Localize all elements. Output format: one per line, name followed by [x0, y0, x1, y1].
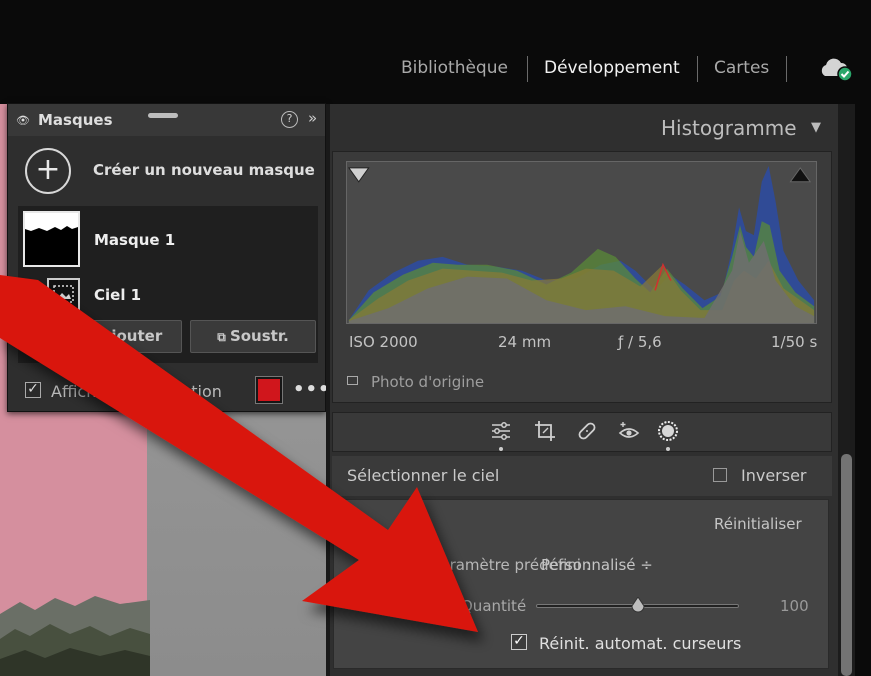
- mask-thumbnail[interactable]: [23, 211, 80, 267]
- show-overlay-label: Afficher l'incrustation: [51, 382, 222, 401]
- masks-panel-title: Masques: [38, 111, 113, 129]
- module-separator: [786, 56, 787, 82]
- component-index: 1: [411, 515, 421, 533]
- auto-reset-checkbox[interactable]: ✓: [511, 634, 527, 650]
- masking-icon[interactable]: [656, 419, 680, 443]
- original-photo-toggle[interactable]: Photo d'origine: [347, 373, 484, 391]
- module-separator: [527, 56, 528, 82]
- collapse-triangle-icon[interactable]: ▼: [811, 120, 821, 135]
- original-photo-label: Photo d'origine: [371, 373, 485, 391]
- select-sky-title: Sélectionner le ciel: [347, 466, 500, 485]
- mask-list: Masque 1 Ciel 1 Ajouter ⧉ Soustr.: [18, 206, 318, 363]
- reset-button[interactable]: Réinitialiser: [714, 515, 802, 533]
- aperture-readout: ƒ / 5,6: [618, 333, 662, 351]
- module-picker: Bibliothèque Développement Cartes: [0, 0, 871, 100]
- iso-readout: ISO 2000: [349, 333, 418, 351]
- subtract-icon: ⧉: [217, 330, 230, 344]
- tool-strip: [332, 412, 832, 452]
- amount-slider[interactable]: [536, 597, 739, 613]
- help-icon[interactable]: ?: [281, 111, 298, 128]
- overlay-color-swatch[interactable]: [255, 376, 283, 404]
- amount-value[interactable]: 100: [780, 597, 809, 615]
- cloud-sync-icon[interactable]: [818, 56, 854, 82]
- module-library[interactable]: Bibliothèque: [401, 58, 508, 78]
- add-button[interactable]: Ajouter: [80, 320, 182, 353]
- drag-handle[interactable]: [148, 113, 178, 118]
- photo-treeline: [0, 596, 150, 676]
- preset-dropdown[interactable]: Personnalisé ÷: [541, 556, 653, 574]
- healing-icon[interactable]: [575, 419, 599, 443]
- tool-indicator-dot: [666, 447, 670, 451]
- sky-settings-panel: 1 Réinitialiser Paramètre prédéfini : Pe…: [333, 499, 829, 669]
- invert-label[interactable]: Inverser: [741, 466, 807, 485]
- eye-icon[interactable]: 👁: [16, 114, 30, 127]
- mask-item-label[interactable]: Masque 1: [94, 231, 175, 249]
- slider-thumb[interactable]: [631, 597, 645, 613]
- create-new-mask-button[interactable]: Créer un nouveau masque: [93, 161, 315, 179]
- histogram-title[interactable]: Histogramme: [661, 116, 797, 140]
- amount-label: Quantité: [461, 597, 527, 615]
- histogram-graph[interactable]: [346, 161, 817, 324]
- auto-reset-label: Réinit. automat. curseurs: [539, 634, 742, 653]
- subtract-button-label: Soustr.: [229, 327, 289, 345]
- plus-icon[interactable]: +: [25, 148, 71, 194]
- tool-indicator-dot: [499, 447, 503, 451]
- invert-checkbox[interactable]: [713, 468, 727, 482]
- red-eye-icon[interactable]: [617, 419, 641, 443]
- select-sky-header: Sélectionner le ciel Inverser: [332, 456, 832, 496]
- sky-component-icon[interactable]: [47, 278, 80, 311]
- scrollbar-thumb[interactable]: [841, 454, 852, 676]
- module-map[interactable]: Cartes: [714, 58, 769, 78]
- masks-panel: 👁 Masques ? » + Créer un nouveau masque …: [7, 103, 330, 412]
- masks-panel-header[interactable]: 👁 Masques ? »: [8, 104, 325, 136]
- checkbox-icon[interactable]: [347, 376, 358, 385]
- module-separator: [697, 56, 698, 82]
- subtract-button[interactable]: ⧉ Soustr.: [190, 320, 316, 353]
- module-develop[interactable]: Développement: [544, 58, 680, 78]
- show-overlay-row: ✓ Afficher l'incrustation •••: [8, 372, 330, 412]
- edit-sliders-icon[interactable]: [489, 419, 513, 443]
- focal-length-readout: 24 mm: [498, 333, 552, 351]
- highlight-clipping-icon: [789, 167, 812, 183]
- show-overlay-checkbox[interactable]: ✓: [25, 382, 41, 398]
- component-item-label[interactable]: Ciel 1: [94, 286, 141, 304]
- right-panel-scrollbar[interactable]: [838, 104, 855, 676]
- collapse-icon[interactable]: »: [308, 109, 317, 127]
- shadow-clipping-icon: [347, 167, 370, 183]
- more-options-icon[interactable]: •••: [293, 379, 331, 400]
- shutter-readout: 1/50 s: [771, 333, 818, 351]
- crop-icon[interactable]: [533, 419, 557, 443]
